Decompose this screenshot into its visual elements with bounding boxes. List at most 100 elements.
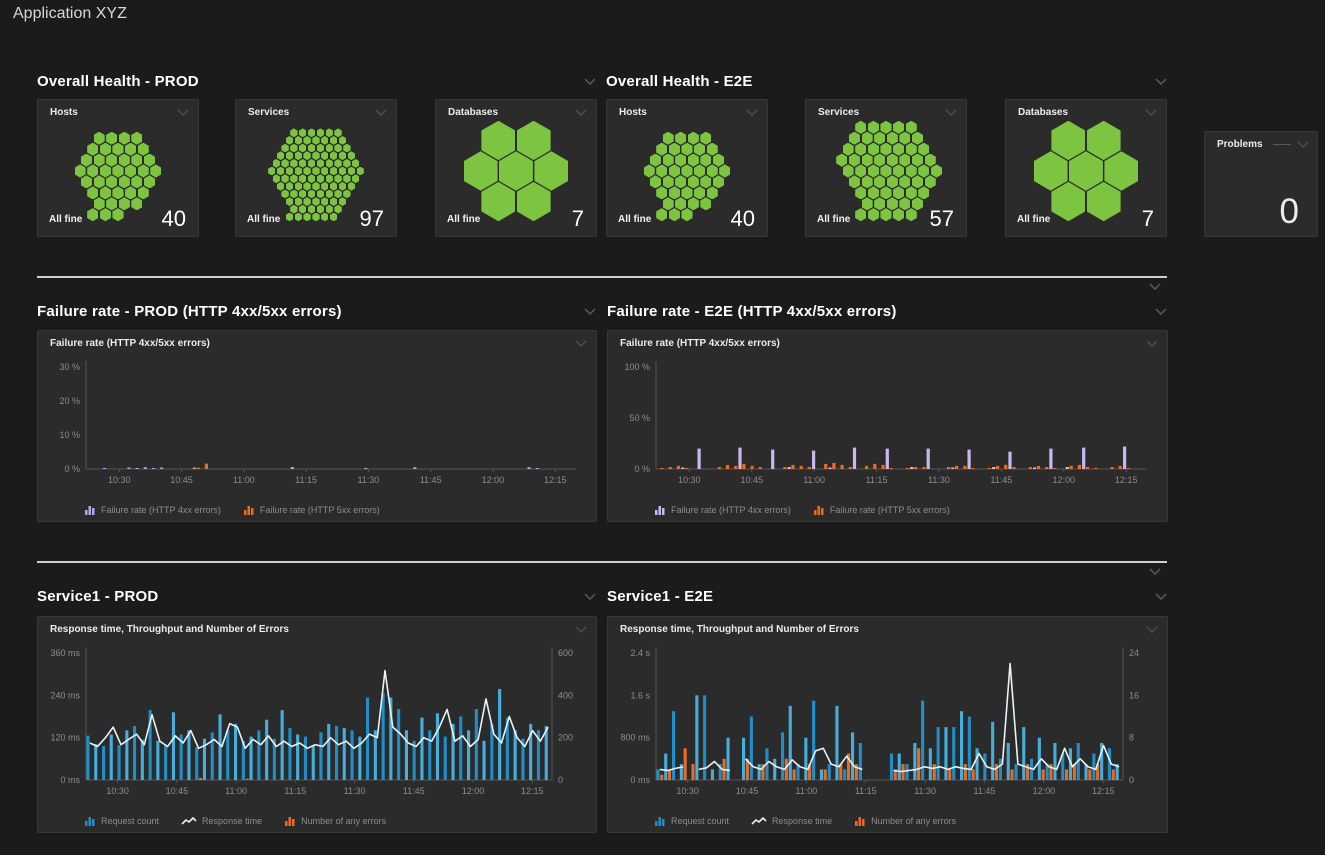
bars-failure-rate-http-5xx-errors-	[197, 464, 208, 469]
chevron-down-icon[interactable]	[583, 76, 597, 86]
chart-legend: Request count Response time Number of any …	[654, 816, 956, 826]
hexagon	[887, 154, 898, 167]
hexagon	[874, 197, 885, 210]
hexagon	[334, 174, 341, 183]
status-text: All fine	[247, 214, 280, 225]
axis-label: 10:45	[740, 475, 763, 485]
hexagon	[87, 186, 98, 199]
hexagon	[880, 208, 891, 221]
health-tile-hosts-prod[interactable]: Hosts All fine 40	[37, 99, 199, 237]
hexagon	[481, 121, 515, 160]
hexagon	[899, 175, 910, 188]
chevron-down-icon[interactable]	[574, 338, 588, 348]
hexagon	[348, 182, 355, 191]
page-title: Application XYZ	[13, 5, 127, 23]
hexagon	[87, 143, 98, 156]
chevron-down-icon[interactable]	[583, 591, 597, 601]
axis-label: 11:00	[225, 786, 247, 796]
hexagon	[94, 175, 105, 188]
hexagon	[308, 205, 315, 214]
axis-label: 12:15	[521, 786, 544, 796]
chart-tile-service1-e2e[interactable]: Response time, Throughput and Number of …	[607, 616, 1168, 833]
legend-item[interactable]: Request count	[84, 816, 159, 826]
chevron-down-icon[interactable]	[1154, 591, 1168, 601]
chevron-down-icon[interactable]	[583, 306, 597, 316]
hexagon	[517, 121, 551, 160]
chart-tile-failure-prod[interactable]: Failure rate (HTTP 4xx/5xx errors) 30 %2…	[37, 330, 597, 522]
chevron-down-icon[interactable]	[745, 107, 759, 117]
chart-tile-service1-prod[interactable]: Response time, Throughput and Number of …	[37, 616, 597, 833]
tile-title: Databases	[448, 107, 498, 118]
legend-item[interactable]: Failure rate (HTTP 4xx errors)	[84, 505, 221, 515]
health-tile-services-prod[interactable]: Services All fine 97	[235, 99, 397, 237]
problems-tile[interactable]: Problems 0	[1204, 131, 1318, 237]
axis-label: 10:45	[736, 786, 759, 796]
chevron-down-icon[interactable]	[1154, 76, 1168, 86]
chevron-down-icon[interactable]	[944, 107, 958, 117]
health-tile-services-e2e[interactable]: Services All fine 57	[805, 99, 967, 237]
health-tile-hosts-e2e[interactable]: Hosts All fine 40	[606, 99, 768, 237]
axis-label: 12:00	[1033, 786, 1056, 796]
hexagon	[893, 208, 904, 221]
status-text: All fine	[817, 214, 850, 225]
legend-item[interactable]: Failure rate (HTTP 4xx errors)	[654, 505, 791, 515]
axis-label: 11:15	[284, 786, 306, 796]
hexagon	[303, 197, 310, 206]
health-tile-databases-prod[interactable]: Databases All fine 7	[435, 99, 597, 237]
hexagon	[931, 164, 942, 177]
health-tile-databases-e2e[interactable]: Databases All fine 7	[1005, 99, 1167, 237]
hexagon	[675, 175, 686, 188]
hexagon	[868, 121, 879, 134]
hexagon	[100, 186, 111, 199]
chart-title: Failure rate (HTTP 4xx/5xx errors)	[620, 338, 780, 349]
legend-item[interactable]: Response time	[181, 816, 262, 826]
legend-item[interactable]: Response time	[751, 816, 832, 826]
chevron-down-icon[interactable]	[1154, 306, 1168, 316]
section-title-failure-e2e: Failure rate - E2E (HTTP 4xx/5xx errors)	[607, 303, 897, 320]
hexagon	[339, 167, 346, 176]
entity-count: 97	[360, 206, 384, 232]
legend-item[interactable]: Failure rate (HTTP 5xx errors)	[243, 505, 380, 515]
legend-item[interactable]: Request count	[654, 816, 729, 826]
hexagon	[893, 143, 904, 156]
chevron-down-icon[interactable]	[1145, 624, 1159, 634]
chart-tile-failure-e2e[interactable]: Failure rate (HTTP 4xx/5xx errors) 100 %…	[607, 330, 1168, 522]
hexagon	[644, 164, 655, 177]
chevron-down-icon[interactable]	[1148, 281, 1162, 291]
hexagon	[700, 154, 711, 167]
chevron-down-icon[interactable]	[1148, 566, 1162, 576]
hexagon	[887, 132, 898, 145]
hexagon	[663, 175, 674, 188]
axis-label: 12:15	[544, 475, 567, 485]
hexagon	[312, 136, 319, 145]
axis-label: 11:15	[866, 475, 888, 485]
chevron-down-icon[interactable]	[1144, 107, 1158, 117]
axis-label: 600	[558, 648, 573, 658]
hexagon	[317, 190, 324, 199]
chevron-down-icon[interactable]	[1145, 338, 1159, 348]
hexagon	[669, 164, 680, 177]
chevron-down-icon[interactable]	[1297, 139, 1309, 149]
hexagon	[650, 175, 661, 188]
chevron-down-icon[interactable]	[574, 107, 588, 117]
axis-label: 12:00	[462, 786, 485, 796]
hexagon	[281, 174, 288, 183]
hexagon	[277, 167, 284, 176]
legend-item[interactable]: Number of any errors	[854, 816, 956, 826]
hexagon	[330, 136, 337, 145]
legend-item[interactable]: Failure rate (HTTP 5xx errors)	[813, 505, 950, 515]
legend-item[interactable]: Number of any errors	[284, 816, 386, 826]
hexagon	[299, 205, 306, 214]
hexagon	[912, 197, 923, 210]
hexagon	[343, 190, 350, 199]
chevron-down-icon[interactable]	[574, 624, 588, 634]
hexagon	[669, 186, 680, 199]
axis-label: 16	[1129, 690, 1139, 700]
hexagon	[899, 197, 910, 210]
status-text: All fine	[1017, 214, 1050, 225]
chevron-down-icon[interactable]	[374, 107, 388, 117]
tile-title: Services	[818, 107, 859, 118]
axis-label: 10:30	[108, 475, 131, 485]
chevron-down-icon[interactable]	[176, 107, 190, 117]
hexagon	[106, 132, 117, 145]
